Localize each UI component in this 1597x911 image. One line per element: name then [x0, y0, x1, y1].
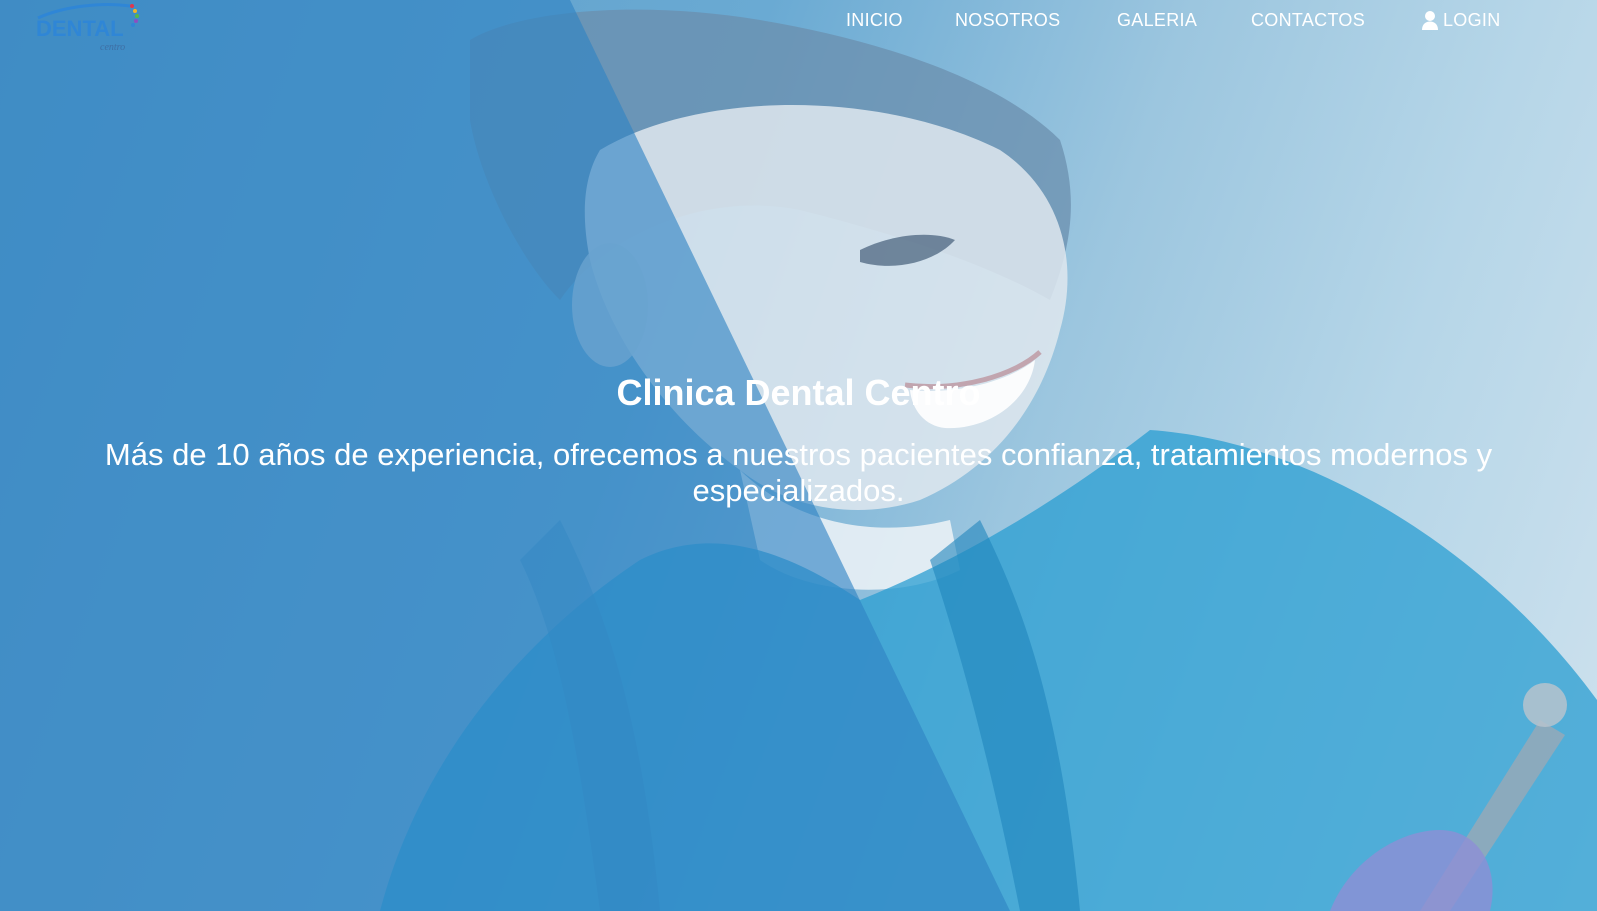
user-icon — [1422, 11, 1438, 30]
hero-section: DENTAL centro INICIO NOSOTROS GALERIA CO… — [0, 0, 1597, 911]
top-navbar: DENTAL centro INICIO NOSOTROS GALERIA CO… — [0, 0, 1597, 53]
hero-title: Clinica Dental Centro — [616, 372, 981, 413]
nav-item-login[interactable]: LOGIN — [1421, 8, 1501, 32]
nav-menu: INICIO NOSOTROS GALERIA CONTACTOS LOGIN — [0, 8, 1597, 38]
hero-subtitle: Más de 10 años de experiencia, ofrecemos… — [104, 437, 1493, 508]
nav-item-nosotros[interactable]: NOSOTROS — [955, 8, 1060, 32]
login-label: LOGIN — [1443, 10, 1501, 30]
nav-item-galeria[interactable]: GALERIA — [1117, 8, 1197, 32]
logo-subtext: centro — [100, 42, 126, 53]
nav-item-inicio[interactable]: INICIO — [846, 8, 903, 32]
nav-item-contactos[interactable]: CONTACTOS — [1251, 8, 1365, 32]
